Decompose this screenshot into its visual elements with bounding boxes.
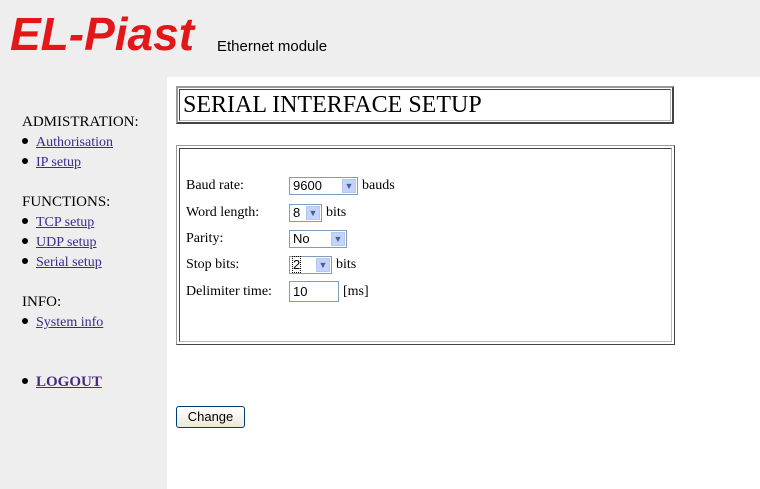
baud-rate-unit: bauds [362, 178, 395, 193]
form-inner: Baud rate: 9600 ▼ bauds Word length: 8 ▼… [179, 148, 672, 342]
system-info-link[interactable]: System info [36, 315, 103, 330]
sidebar-item-tcp-setup: TCP setup [22, 215, 94, 231]
sidebar-item-logout: LOGOUT [22, 374, 102, 391]
tcp-setup-link[interactable]: TCP setup [36, 215, 94, 230]
bullet-icon [22, 137, 28, 144]
authorisation-link[interactable]: Authorisation [36, 135, 113, 150]
baud-rate-label: Baud rate: [186, 178, 244, 193]
word-length-label: Word length: [186, 205, 260, 220]
parity-value: No [293, 231, 310, 246]
baud-rate-select[interactable]: 9600 ▼ [289, 177, 358, 195]
page-title-box: SERIAL INTERFACE SETUP [176, 86, 674, 124]
delimiter-time-label: Delimiter time: [186, 284, 272, 299]
header-subtitle: Ethernet module [217, 38, 328, 55]
sidebar-item-system-info: System info [22, 315, 103, 331]
functions-section-title: FUNCTIONS: [22, 194, 111, 210]
bullet-icon [22, 217, 28, 224]
sidebar-item-authorisation: Authorisation [22, 135, 113, 151]
bullet-icon [22, 237, 28, 244]
bullet-icon [22, 157, 28, 164]
ip-setup-link[interactable]: IP setup [36, 155, 81, 170]
delimiter-time-unit: [ms] [343, 284, 369, 299]
parity-select[interactable]: No ▼ [289, 230, 347, 248]
bullet-icon [22, 257, 28, 264]
udp-setup-link[interactable]: UDP setup [36, 235, 97, 250]
page-title: SERIAL INTERFACE SETUP [179, 89, 671, 121]
sidebar-item-serial-setup: Serial setup [22, 255, 102, 271]
word-length-select[interactable]: 8 ▼ [289, 204, 322, 222]
sidebar: ADMISTRATION: Authorisation IP setup FUN… [0, 77, 167, 489]
chevron-down-icon: ▼ [331, 232, 345, 246]
stop-bits-select[interactable]: 2 ▼ [289, 256, 332, 274]
sidebar-item-udp-setup: UDP setup [22, 235, 97, 251]
parity-label: Parity: [186, 231, 224, 246]
logout-link[interactable]: LOGOUT [36, 374, 102, 390]
stop-bits-label: Stop bits: [186, 257, 240, 272]
stop-bits-value: 2 [291, 256, 302, 273]
serial-setup-link[interactable]: Serial setup [36, 255, 102, 270]
sidebar-item-ip-setup: IP setup [22, 155, 81, 171]
change-button[interactable]: Change [176, 406, 245, 428]
word-length-unit: bits [326, 205, 347, 220]
chevron-down-icon: ▼ [306, 206, 320, 220]
word-length-value: 8 [293, 205, 301, 220]
serial-setup-form: Baud rate: 9600 ▼ bauds Word length: 8 ▼… [176, 145, 675, 345]
bullet-icon [22, 317, 28, 324]
baud-rate-value: 9600 [293, 178, 322, 193]
delimiter-time-input[interactable]: 10 [289, 281, 339, 302]
admin-section-title: ADMISTRATION: [22, 114, 139, 130]
stop-bits-unit: bits [336, 257, 357, 272]
info-section-title: INFO: [22, 294, 62, 310]
header: EL-Piast Ethernet module [0, 0, 760, 77]
bullet-icon [22, 377, 28, 384]
logo: EL-Piast [10, 8, 195, 60]
chevron-down-icon: ▼ [342, 179, 356, 193]
chevron-down-icon: ▼ [316, 258, 330, 272]
